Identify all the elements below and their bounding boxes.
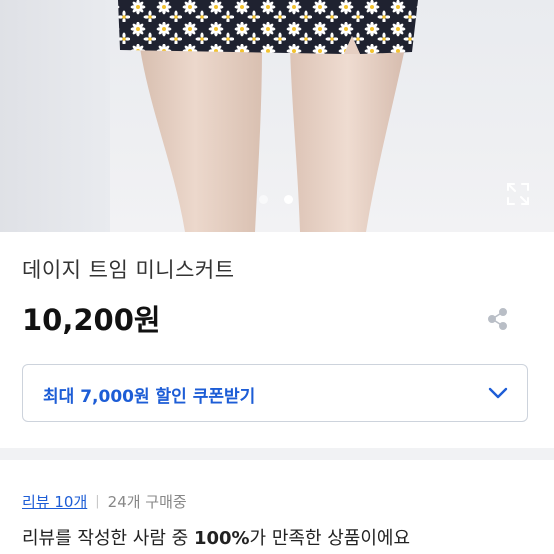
summary-suffix: 가 만족한 상품이에요 <box>249 528 411 549</box>
expand-icon[interactable] <box>505 181 531 207</box>
coupon-label: 최대 7,000원 할인 쿠폰받기 <box>43 387 256 407</box>
slide-dot-active[interactable] <box>284 195 293 204</box>
review-count-link[interactable]: 리뷰 10개 <box>22 491 87 512</box>
product-image-gallery[interactable] <box>0 0 554 232</box>
coupon-button[interactable]: 최대 7,000원 할인 쿠폰받기 <box>22 364 528 422</box>
section-divider <box>0 448 554 460</box>
slide-indicator <box>259 195 293 204</box>
satisfaction-percent: 100% <box>193 528 250 549</box>
share-icon[interactable] <box>485 306 511 332</box>
chevron-down-icon <box>488 387 508 399</box>
separator: | <box>95 494 100 509</box>
product-price: 10,200원 <box>22 303 161 337</box>
summary-prefix: 리뷰를 작성한 사람 중 <box>22 528 194 549</box>
review-meta: 리뷰 10개 | 24개 구매중 <box>22 491 187 512</box>
product-title: 데이지 트임 미니스커트 <box>22 258 235 282</box>
purchase-count: 24개 구매중 <box>107 493 187 511</box>
slide-dot[interactable] <box>259 195 268 204</box>
review-summary: 리뷰를 작성한 사람 중 100%가 만족한 상품이에요 <box>22 524 410 550</box>
